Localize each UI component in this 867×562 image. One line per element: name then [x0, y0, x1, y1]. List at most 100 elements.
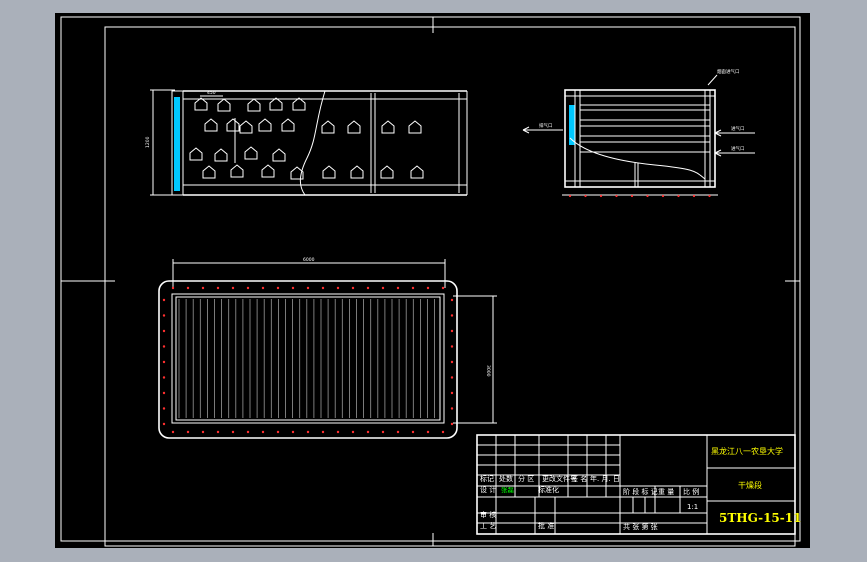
elevation-inlet-band	[569, 105, 575, 145]
bolt	[450, 329, 454, 333]
bolt	[201, 286, 205, 290]
elevation-view: 排气口 进气口 进气口 烟囱进气口	[522, 68, 755, 198]
vent-hood	[321, 120, 335, 134]
bottom-view: 6000 3000	[158, 257, 497, 439]
bolt	[162, 345, 166, 348]
vent-hood	[230, 164, 244, 178]
bolt	[162, 422, 166, 426]
vent-hood	[261, 164, 275, 178]
bolt	[306, 430, 310, 434]
bolt	[216, 430, 220, 434]
bolt	[450, 345, 454, 348]
vent-hood	[226, 118, 240, 132]
vent-hood	[281, 118, 295, 132]
bottom-dim-height: 3000	[485, 365, 491, 377]
bolt	[291, 286, 295, 290]
tb-approve: 批 准	[538, 521, 554, 530]
plan-inlet-band	[174, 97, 180, 191]
bolt	[231, 286, 235, 290]
bolt	[171, 430, 175, 434]
bolt	[381, 286, 385, 290]
bolt	[677, 194, 680, 198]
tb-drawing-number: 5THG-15-11	[719, 511, 801, 525]
vent-hood	[347, 120, 361, 134]
bolt	[162, 376, 166, 379]
drawing-viewport[interactable]: 1200 450 排气口 进气口 进气口 烟囱进气口 6000 3000 标记 …	[55, 13, 810, 548]
bolt	[615, 194, 618, 198]
bolt	[306, 286, 310, 290]
bolt	[162, 407, 166, 410]
bolt	[450, 391, 454, 395]
bolt	[411, 430, 415, 434]
bolt	[646, 194, 649, 198]
bolt	[441, 286, 445, 290]
tb-row-count: 处数	[499, 474, 513, 483]
bolt	[450, 360, 454, 364]
bolt	[162, 391, 166, 395]
bolt	[584, 194, 587, 198]
vent-hood	[204, 118, 218, 132]
bolt	[661, 194, 665, 198]
tb-design: 设 计	[480, 485, 496, 494]
tb-row-date: 年. 月. 日	[590, 474, 620, 483]
tb-scale: 1:1	[687, 503, 698, 511]
bolt	[396, 286, 400, 290]
bolt	[450, 407, 454, 410]
bolt	[450, 376, 454, 379]
tb-process: 工 艺	[480, 522, 496, 530]
bolt	[321, 286, 325, 290]
bolt	[246, 430, 250, 434]
bolt	[426, 430, 430, 434]
bolt	[276, 286, 280, 290]
bolt	[162, 329, 166, 333]
bolt	[186, 430, 190, 434]
cad-drawing: 1200 450 排气口 进气口 进气口 烟囱进气口 6000 3000 标记 …	[60, 16, 801, 547]
tb-scale-label: 比 例	[683, 487, 699, 496]
vent-hood	[269, 97, 283, 111]
bolt	[450, 422, 454, 426]
bolt	[411, 286, 415, 290]
vent-hood	[189, 147, 203, 161]
tb-university: 黑龙江八一农垦大学	[711, 446, 783, 456]
vent-hood	[214, 148, 228, 162]
vent-hood	[272, 148, 286, 162]
bolt	[162, 360, 166, 364]
bolt	[450, 314, 454, 317]
vent-hood	[350, 165, 364, 179]
vent-hood	[322, 165, 336, 179]
bolt	[381, 430, 385, 434]
bolt	[708, 194, 711, 198]
tb-row-sign: 签 名	[571, 474, 587, 483]
bolt	[599, 194, 603, 198]
elevation-top-note: 烟囱进气口	[717, 68, 740, 75]
tb-std: 标准化	[538, 485, 559, 494]
plan-dim-left: 1200	[145, 136, 151, 148]
outlet-label: 排气口	[539, 122, 553, 129]
vent-hood	[202, 165, 216, 179]
bolt	[186, 286, 190, 290]
tb-row-mark: 标记	[480, 474, 494, 483]
vent-hood	[217, 98, 231, 112]
bolt	[450, 298, 454, 302]
tb-sheets: 共 张 第 张	[623, 522, 658, 531]
bolt	[366, 430, 370, 434]
vent-hood	[408, 120, 422, 134]
bolt	[246, 286, 250, 290]
vent-hood	[194, 97, 208, 111]
bolt	[426, 286, 430, 290]
bolt	[201, 430, 205, 434]
bolt	[396, 430, 400, 434]
tb-drawing-name: 干燥段	[738, 480, 762, 490]
tb-stage: 阶 段 标 记	[623, 487, 658, 496]
tb-row-zone: 分 区	[518, 474, 534, 483]
vent-hood	[247, 98, 261, 112]
bolt	[291, 430, 295, 434]
bottom-dim-width: 6000	[303, 257, 315, 263]
bolt	[162, 298, 166, 302]
vent-hood	[410, 165, 424, 179]
bolt	[366, 286, 370, 290]
bolt	[261, 286, 265, 290]
plan-view: 1200 450	[145, 89, 468, 196]
plan-dim-top: 450	[207, 90, 216, 96]
inlet-label-top: 进气口	[731, 125, 745, 132]
